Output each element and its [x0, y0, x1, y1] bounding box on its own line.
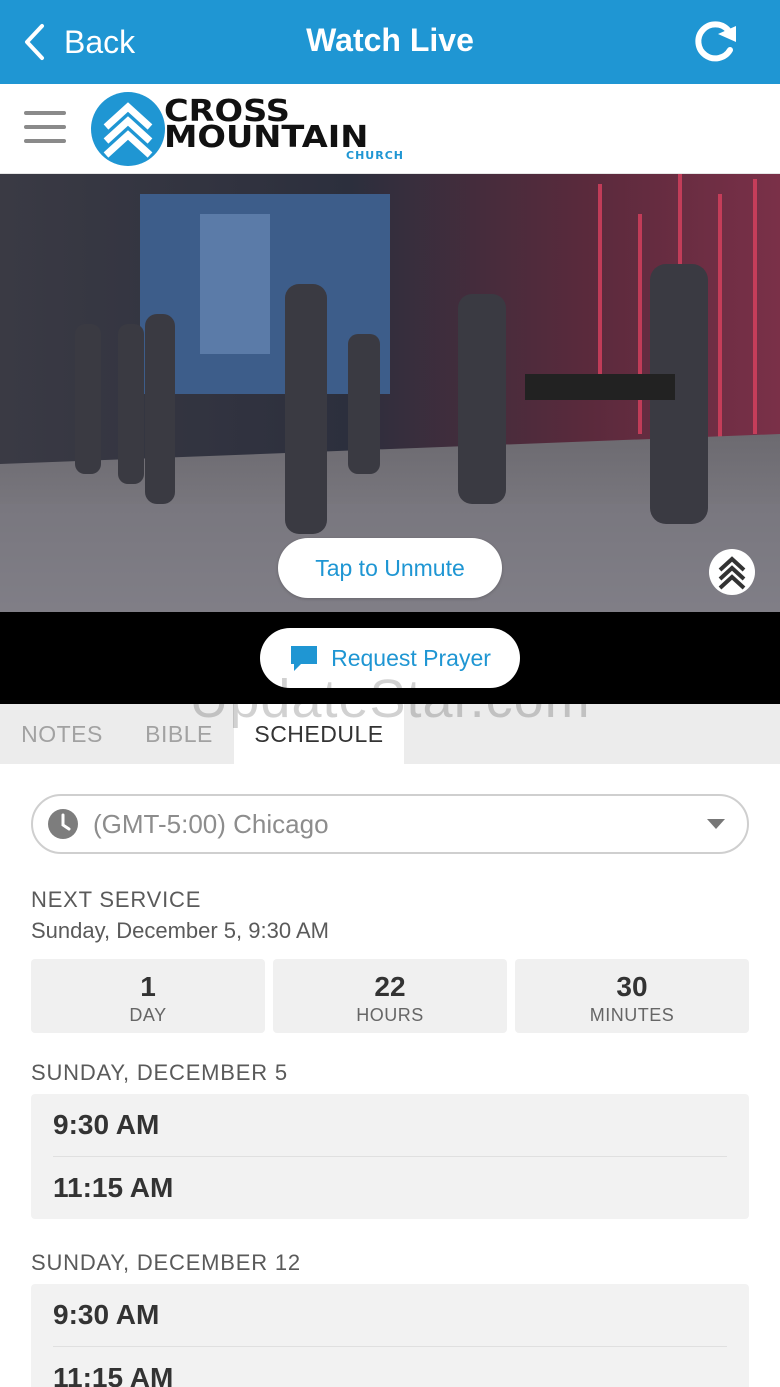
- app-header: CROSS MOUNTAIN CHURCH: [0, 84, 780, 174]
- chat-bubble-icon: [291, 646, 318, 671]
- countdown-value: 30: [616, 971, 648, 1002]
- clock-icon: [48, 809, 78, 839]
- service-time-item[interactable]: 9:30 AM: [31, 1094, 749, 1156]
- tab-notes[interactable]: NOTES: [0, 704, 124, 764]
- timezone-select[interactable]: (GMT-5:00) Chicago: [31, 794, 749, 854]
- next-service-date: Sunday, December 5, 9:30 AM: [31, 918, 329, 943]
- countdown-unit: DAY: [129, 1005, 167, 1025]
- request-prayer-button[interactable]: Request Prayer: [260, 628, 520, 688]
- countdown-hours: 22 HOURS: [273, 959, 507, 1033]
- countdown-unit: MINUTES: [589, 1005, 675, 1025]
- refresh-icon[interactable]: [688, 18, 740, 66]
- nav-bar: Back Watch Live: [0, 0, 780, 84]
- hamburger-menu-icon[interactable]: [24, 111, 66, 145]
- tap-to-unmute-button[interactable]: Tap to Unmute: [278, 538, 502, 598]
- countdown-days: 1 DAY: [31, 959, 265, 1033]
- chevron-left-icon: [25, 24, 44, 60]
- schedule-day-card: 9:30 AM 11:15 AM: [31, 1284, 749, 1387]
- service-time-item[interactable]: 9:30 AM: [31, 1284, 749, 1346]
- content-tabs: NOTES BIBLE SCHEDULE: [0, 704, 780, 764]
- request-prayer-label: Request Prayer: [331, 644, 491, 671]
- service-time-item[interactable]: 11:15 AM: [31, 1347, 749, 1387]
- countdown-unit: HOURS: [356, 1005, 424, 1025]
- tab-schedule[interactable]: SCHEDULE: [234, 704, 404, 764]
- church-logo: CROSS MOUNTAIN CHURCH: [90, 90, 410, 168]
- service-time-item[interactable]: 11:15 AM: [31, 1157, 749, 1219]
- next-service-label: NEXT SERVICE: [31, 887, 202, 912]
- church-logo-icon: [709, 549, 755, 595]
- tab-bible[interactable]: BIBLE: [124, 704, 234, 764]
- countdown-value: 22: [374, 971, 406, 1002]
- chevron-down-icon: [707, 819, 725, 829]
- back-label: Back: [64, 23, 136, 60]
- logo-wordmark: CROSS MOUNTAIN CHURCH: [164, 97, 404, 162]
- live-video-player[interactable]: Tap to Unmute: [0, 174, 780, 612]
- countdown-value: 1: [140, 971, 156, 1002]
- back-button[interactable]: Back: [22, 20, 135, 64]
- schedule-day-heading: SUNDAY, DECEMBER 12: [31, 1250, 301, 1275]
- logo-line-2: MOUNTAIN: [164, 120, 369, 155]
- countdown: 1 DAY 22 HOURS 30 MINUTES: [31, 959, 749, 1033]
- schedule-day-card: 9:30 AM 11:15 AM: [31, 1094, 749, 1219]
- timezone-value: (GMT-5:00) Chicago: [93, 808, 329, 839]
- countdown-minutes: 30 MINUTES: [515, 959, 749, 1033]
- schedule-day-heading: SUNDAY, DECEMBER 5: [31, 1060, 288, 1085]
- logo-chevrons-icon: [91, 92, 165, 166]
